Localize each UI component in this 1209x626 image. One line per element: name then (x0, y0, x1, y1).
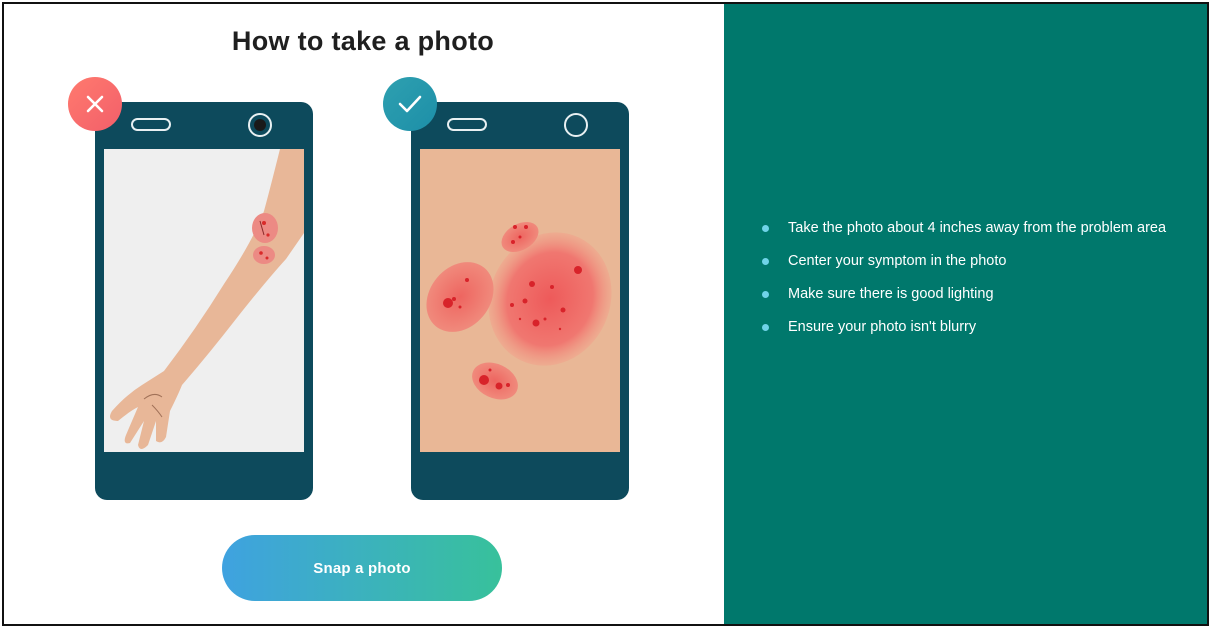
list-item: Ensure your photo isn't blurry (760, 317, 1180, 337)
good-example-badge (383, 77, 437, 131)
tip-text: Take the photo about 4 inches away from … (788, 220, 1167, 236)
app-frame: How to take a photo Snap a photo Take th… (2, 2, 1209, 626)
good-example-phone (411, 102, 629, 500)
tip-text: Center your symptom in the photo (788, 253, 1007, 269)
bullet-icon (762, 324, 769, 331)
instructions-panel: Take the photo about 4 inches away from … (724, 4, 1207, 624)
snap-photo-button[interactable]: Snap a photo (222, 535, 502, 601)
good-example-screen (420, 149, 620, 452)
x-icon (86, 95, 104, 113)
bullet-icon (762, 258, 769, 265)
list-item: Take the photo about 4 inches away from … (760, 218, 1180, 238)
checkmark-icon (398, 95, 422, 113)
bad-example-phone (95, 102, 313, 500)
phone-camera (564, 113, 588, 137)
phone-camera (248, 113, 272, 137)
list-item: Make sure there is good lighting (760, 284, 1180, 304)
instructions-list: Take the photo about 4 inches away from … (760, 218, 1180, 350)
tip-text: Ensure your photo isn't blurry (788, 319, 977, 335)
bullet-icon (762, 291, 769, 298)
good-example-illustration (420, 149, 620, 452)
tip-text: Make sure there is good lighting (788, 286, 994, 302)
bullet-icon (762, 225, 769, 232)
page-title: How to take a photo (231, 26, 495, 56)
list-item: Center your symptom in the photo (760, 251, 1180, 271)
bad-example-illustration (104, 149, 304, 452)
bad-example-screen (104, 149, 304, 452)
bad-example-badge (68, 77, 122, 131)
phone-speaker (447, 118, 487, 131)
left-panel: How to take a photo Snap a photo (4, 4, 724, 624)
phone-speaker (131, 118, 171, 131)
